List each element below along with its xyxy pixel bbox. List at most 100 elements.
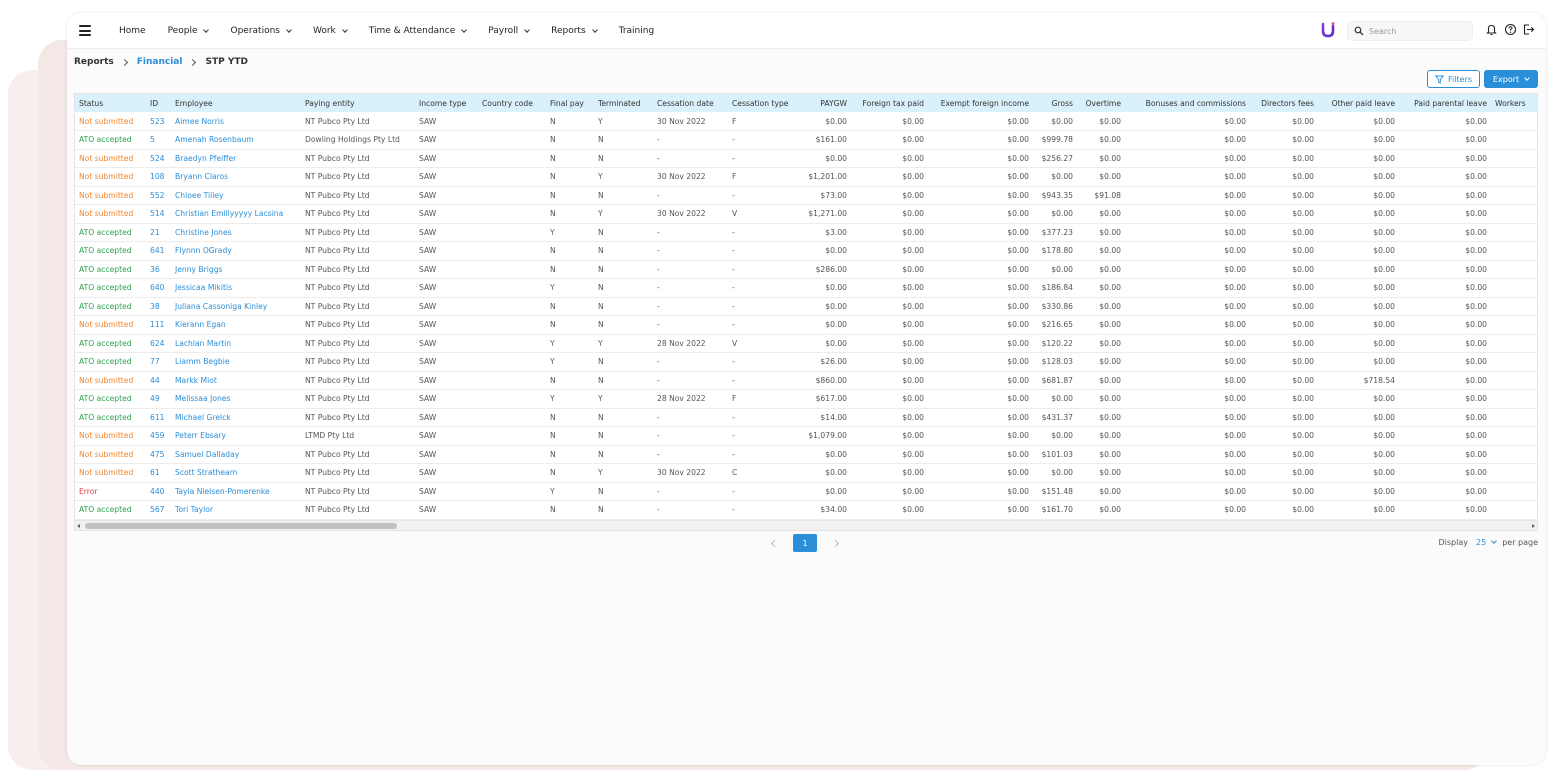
bell-icon[interactable] <box>1485 23 1498 36</box>
page-number-current[interactable]: 1 <box>793 534 817 552</box>
employee-name-link[interactable]: Chloee Tilley <box>171 186 301 205</box>
horizontal-scrollbar[interactable] <box>75 520 1537 530</box>
nav-item-home[interactable]: Home <box>119 26 146 36</box>
employee-name-link[interactable]: Kierann Egan <box>171 315 301 335</box>
employee-name-link[interactable]: Jenny Briggs <box>171 260 301 279</box>
column-header[interactable]: Employee <box>171 94 301 112</box>
scroll-left-arrow-icon[interactable] <box>77 524 80 528</box>
table-row[interactable]: ATO accepted 611 Michael Grelck NT Pubco Pt… <box>75 408 1537 427</box>
employee-id-link[interactable]: 624 <box>146 334 171 353</box>
employee-id-link[interactable]: 640 <box>146 278 171 298</box>
table-row[interactable]: ATO accepted 49 Melissaa Jones NT Pubco Pty… <box>75 389 1537 409</box>
table-row[interactable]: ATO accepted 640 Jessicaa Mikitis NT Pubco … <box>75 278 1537 298</box>
nav-item-operations[interactable]: Operations <box>230 26 292 36</box>
column-header[interactable]: Paying entity <box>301 94 415 112</box>
table-row[interactable]: Not submitted 111 Kierann Egan NT Pubco Pty… <box>75 315 1537 335</box>
employee-id-link[interactable]: 21 <box>146 223 171 242</box>
table-row[interactable]: ATO accepted 641 Flynnn OGrady NT Pubco Pty… <box>75 241 1537 261</box>
export-button[interactable]: Export <box>1484 70 1538 88</box>
column-header[interactable]: Other paid leave <box>1318 94 1399 112</box>
employee-name-link[interactable]: Juliana Cassoniga Kinley <box>171 297 301 316</box>
column-header[interactable]: Paid parental leave <box>1399 94 1491 112</box>
table-row[interactable]: ATO accepted 77 Liamm Begbie NT Pubco Pty L… <box>75 352 1537 372</box>
table-row[interactable]: Not submitted 524 Braedyn Pfeiffer NT Pubco… <box>75 149 1537 168</box>
column-header[interactable]: Status <box>75 94 146 112</box>
employee-id-link[interactable]: 111 <box>146 315 171 335</box>
employee-id-link[interactable]: 49 <box>146 389 171 409</box>
table-row[interactable]: Not submitted 61 Scott Strathearn NT Pubco … <box>75 463 1537 483</box>
column-header[interactable]: Foreign tax paid <box>851 94 928 112</box>
employee-name-link[interactable]: Samuel Dalladay <box>171 445 301 464</box>
employee-name-link[interactable]: Scott Strathearn <box>171 463 301 483</box>
employee-name-link[interactable]: Christine Jones <box>171 223 301 242</box>
table-row[interactable]: Not submitted 108 Bryann Claros NT Pubco Pt… <box>75 167 1537 187</box>
column-header[interactable]: Directors fees <box>1250 94 1318 112</box>
chevron-down-icon[interactable] <box>1491 538 1498 544</box>
logout-icon[interactable] <box>1522 23 1535 36</box>
table-row[interactable]: Not submitted 459 Peterr Ebsary LTMD Pty Lt… <box>75 426 1537 446</box>
table-row[interactable]: Not submitted 552 Chloee Tilley NT Pubco Pt… <box>75 186 1537 205</box>
table-row[interactable]: Not submitted 475 Samuel Dalladay NT Pubco … <box>75 445 1537 464</box>
column-header[interactable]: Cessation date <box>653 94 728 112</box>
column-header[interactable]: Exempt foreign income <box>928 94 1033 112</box>
next-page-icon[interactable] <box>831 539 840 547</box>
table-row[interactable]: ATO accepted 38 Juliana Cassoniga Kinley NT… <box>75 297 1537 316</box>
employee-name-link[interactable]: Lachlan Martin <box>171 334 301 353</box>
breadcrumb-reports[interactable]: Reports <box>74 57 114 67</box>
column-header[interactable]: Gross <box>1033 94 1077 112</box>
column-header[interactable]: PAYGW <box>804 94 851 112</box>
employee-id-link[interactable]: 77 <box>146 352 171 372</box>
column-header[interactable]: Workers <box>1491 94 1537 112</box>
employee-name-link[interactable]: Liamm Begbie <box>171 352 301 372</box>
employee-name-link[interactable]: Bryann Claros <box>171 167 301 187</box>
column-header[interactable]: Cessation type <box>728 94 804 112</box>
nav-item-time-attendance[interactable]: Time & Attendance <box>369 26 468 36</box>
table-row[interactable]: Not submitted 514 Christian Emillyyyyy Lac… <box>75 204 1537 224</box>
employee-id-link[interactable]: 38 <box>146 297 171 316</box>
nav-item-people[interactable]: People <box>168 26 210 36</box>
table-row[interactable]: ATO accepted 567 Tori Taylor NT Pubco Pty L… <box>75 500 1537 520</box>
table-row[interactable]: Error 440 Tayla Nielsen-Pomerenke NT Pubco … <box>75 482 1537 501</box>
table-row[interactable]: Not submitted 44 Markk Miot NT Pubco Pty Lt… <box>75 371 1537 390</box>
employee-name-link[interactable]: Aimee Norris <box>171 112 301 131</box>
employee-name-link[interactable]: Braedyn Pfeiffer <box>171 149 301 168</box>
employee-id-link[interactable]: 524 <box>146 149 171 168</box>
employee-id-link[interactable]: 611 <box>146 408 171 427</box>
employee-name-link[interactable]: Tayla Nielsen-Pomerenke <box>171 482 301 501</box>
employee-id-link[interactable]: 523 <box>146 112 171 131</box>
column-header[interactable]: Income type <box>415 94 478 112</box>
table-row[interactable]: ATO accepted 21 Christine Jones NT Pubco Pt… <box>75 223 1537 242</box>
search-input[interactable]: Search <box>1347 21 1473 41</box>
filters-button[interactable]: Filters <box>1427 70 1480 88</box>
column-header[interactable]: Overtime <box>1077 94 1125 112</box>
employee-id-link[interactable]: 475 <box>146 445 171 464</box>
nav-item-training[interactable]: Training <box>619 26 655 36</box>
employee-id-link[interactable]: 5 <box>146 130 171 150</box>
employee-name-link[interactable]: Melissaa Jones <box>171 389 301 409</box>
employee-id-link[interactable]: 514 <box>146 204 171 224</box>
employee-id-link[interactable]: 567 <box>146 500 171 520</box>
breadcrumb-financial[interactable]: Financial <box>137 57 183 67</box>
nav-item-payroll[interactable]: Payroll <box>488 26 530 36</box>
employee-name-link[interactable]: Flynnn OGrady <box>171 241 301 261</box>
employee-name-link[interactable]: Christian Emillyyyyy Lacsina <box>171 204 301 224</box>
previous-page-icon[interactable] <box>770 539 779 547</box>
employee-name-link[interactable]: Markk Miot <box>171 371 301 390</box>
employee-id-link[interactable]: 459 <box>146 426 171 446</box>
employee-id-link[interactable]: 440 <box>146 482 171 501</box>
employee-id-link[interactable]: 641 <box>146 241 171 261</box>
column-header[interactable]: Terminated <box>594 94 653 112</box>
employee-id-link[interactable]: 44 <box>146 371 171 390</box>
hamburger-menu-icon[interactable] <box>79 25 91 36</box>
employee-id-link[interactable]: 61 <box>146 463 171 483</box>
scrollbar-thumb[interactable] <box>85 523 397 529</box>
nav-item-work[interactable]: Work <box>313 26 348 36</box>
employee-id-link[interactable]: 552 <box>146 186 171 205</box>
column-header[interactable]: Country code <box>478 94 546 112</box>
employee-id-link[interactable]: 108 <box>146 167 171 187</box>
employee-name-link[interactable]: Tori Taylor <box>171 500 301 520</box>
employee-id-link[interactable]: 36 <box>146 260 171 279</box>
column-header[interactable]: ID <box>146 94 171 112</box>
employee-name-link[interactable]: Jessicaa Mikitis <box>171 278 301 298</box>
employee-name-link[interactable]: Peterr Ebsary <box>171 426 301 446</box>
